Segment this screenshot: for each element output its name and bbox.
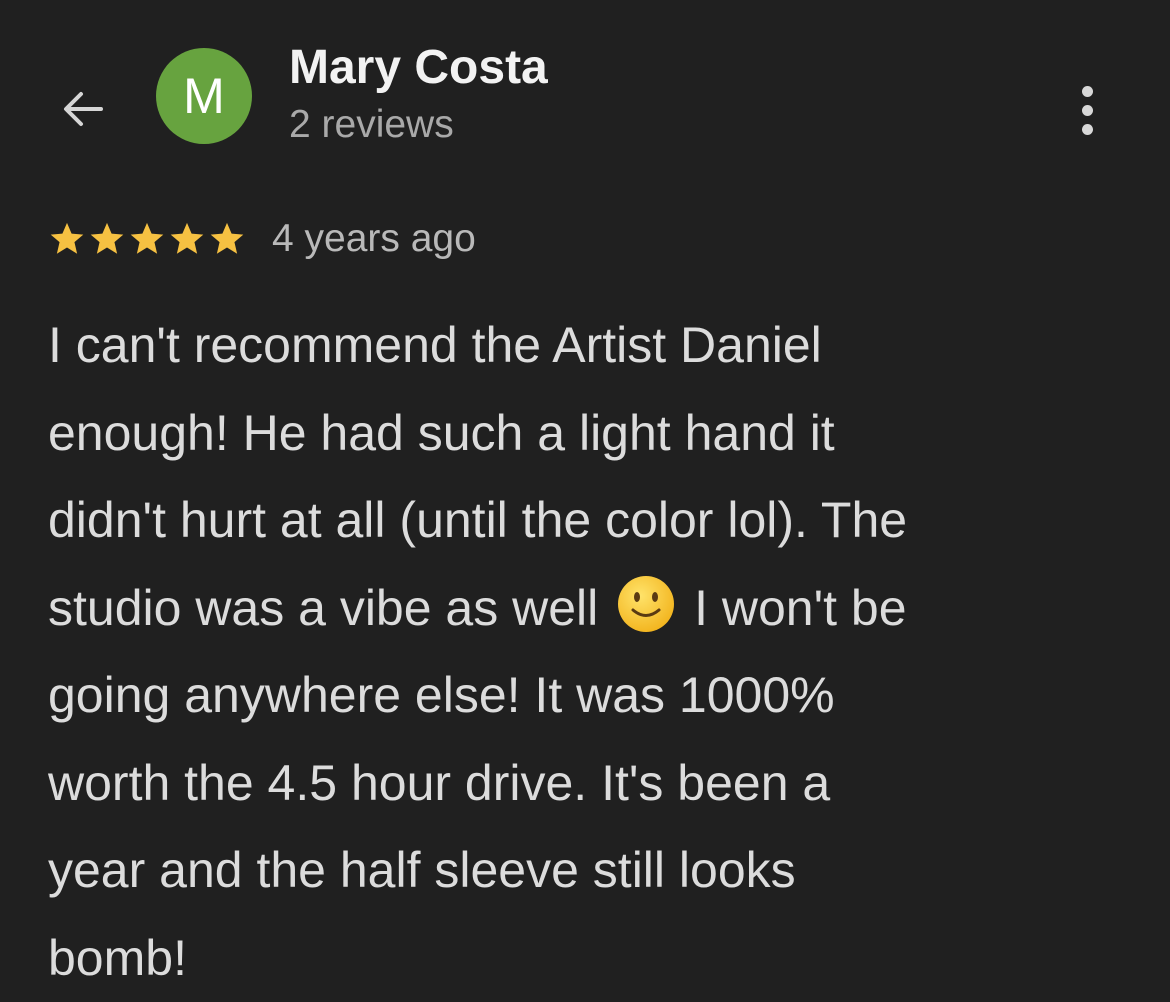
- star-icon: [168, 220, 206, 258]
- star-rating: [48, 220, 246, 258]
- avatar[interactable]: M: [156, 48, 252, 144]
- review-line: enough! He had such a light hand it: [48, 390, 1128, 478]
- more-vertical-icon-dot: [1082, 105, 1093, 116]
- star-icon: [48, 220, 86, 258]
- arrow-left-icon: [59, 85, 107, 133]
- star-icon: [88, 220, 126, 258]
- review-header: M Mary Costa 2 reviews: [0, 0, 1170, 190]
- review-line: studio was a vibe as well I won't be: [48, 565, 1128, 653]
- review-line: bomb!: [48, 915, 1128, 1002]
- more-vertical-icon-dot: [1082, 124, 1093, 135]
- author-name[interactable]: Mary Costa: [289, 40, 548, 95]
- review-count[interactable]: 2 reviews: [289, 103, 454, 147]
- review-line: worth the 4.5 hour drive. It's been a: [48, 740, 1128, 828]
- star-icon: [128, 220, 166, 258]
- rating-row: 4 years ago: [48, 214, 476, 264]
- star-icon: [208, 220, 246, 258]
- review-line: year and the half sleeve still looks: [48, 827, 1128, 915]
- review-line: I can't recommend the Artist Daniel: [48, 302, 1128, 390]
- review-line: didn't hurt at all (until the color lol)…: [48, 477, 1128, 565]
- review-line-part: studio was a vibe as well: [48, 580, 598, 636]
- review-line: going anywhere else! It was 1000%: [48, 652, 1128, 740]
- back-button[interactable]: [56, 82, 110, 136]
- review-line-part: I won't be: [694, 580, 906, 636]
- review-time: 4 years ago: [272, 217, 476, 261]
- review-text: I can't recommend the Artist Daniel enou…: [48, 302, 1128, 1002]
- more-vertical-icon: [1082, 86, 1093, 97]
- more-options-button[interactable]: [1060, 80, 1114, 140]
- avatar-letter: M: [183, 67, 225, 125]
- slightly-smiling-face-emoji: [616, 574, 676, 634]
